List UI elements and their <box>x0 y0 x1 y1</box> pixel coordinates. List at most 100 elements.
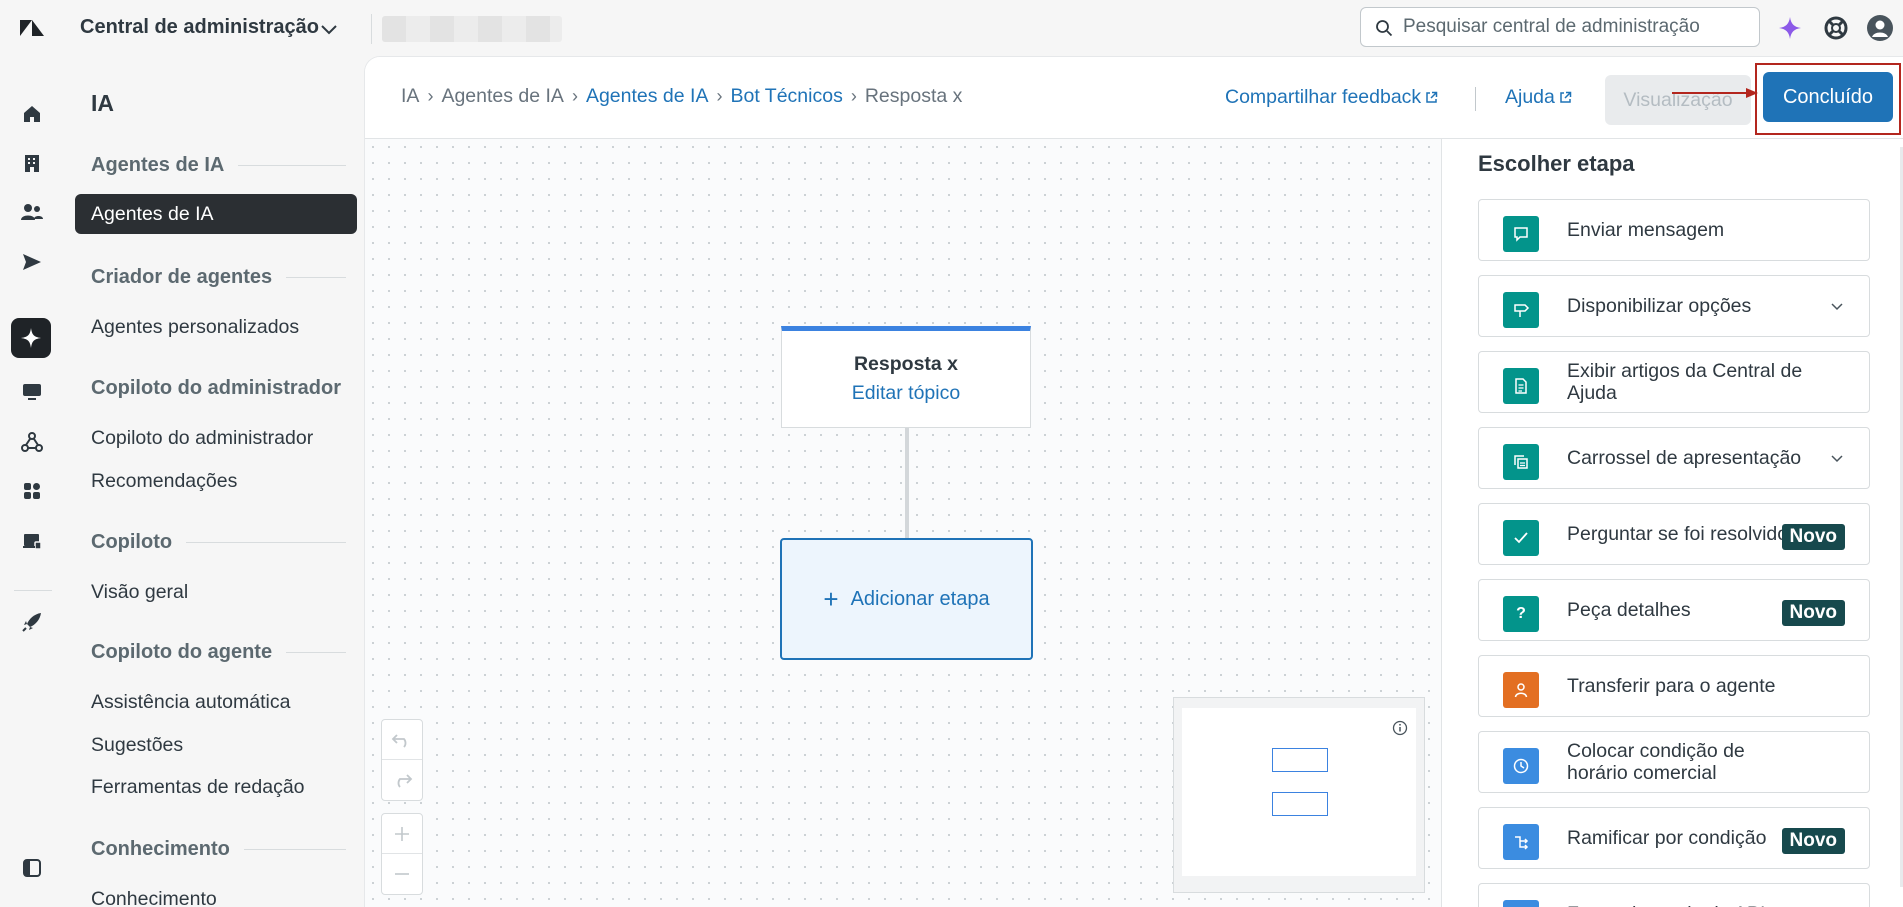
preview-button[interactable]: Visualização <box>1605 75 1751 125</box>
help-link[interactable]: Ajuda <box>1505 86 1572 109</box>
divider <box>371 14 372 44</box>
nav-item-visao-geral[interactable]: Visão geral <box>91 581 188 604</box>
breadcrumb-link[interactable]: Agentes de IA <box>586 85 709 108</box>
nav-item-sugestoes[interactable]: Sugestões <box>91 734 183 757</box>
article-icon <box>1503 368 1539 404</box>
divider <box>1475 87 1476 111</box>
carousel-icon <box>1503 444 1539 480</box>
nav-item-recomendacoes[interactable]: Recomendações <box>91 470 237 493</box>
clock-icon <box>1503 748 1539 784</box>
account-icon[interactable] <box>18 527 46 555</box>
chevron-down-icon[interactable] <box>318 18 340 40</box>
app-title[interactable]: Central de administração <box>80 16 319 39</box>
done-button[interactable]: Concluído <box>1763 72 1893 122</box>
step-branch-by-condition[interactable]: Ramificar por condição Novo <box>1478 807 1870 869</box>
breadcrumb-item: Agentes de IA <box>441 85 564 107</box>
main-panel: IA › Agentes de IA › Agentes de IA › Bot… <box>364 56 1903 907</box>
zendesk-logo-icon[interactable] <box>18 14 46 42</box>
new-badge: Novo <box>1781 828 1845 854</box>
external-link-icon <box>1426 91 1438 103</box>
add-step-label: Adicionar etapa <box>850 587 990 610</box>
question-icon: ? <box>1503 596 1539 632</box>
step-offer-options[interactable]: Disponibilizar opções <box>1478 275 1870 337</box>
edit-topic-link[interactable]: Editar tópico <box>782 382 1030 405</box>
person-icon <box>1503 672 1539 708</box>
search-input[interactable] <box>1403 14 1743 40</box>
nav-section-heading: Criador de agentes <box>91 266 346 289</box>
help-lifebuoy-icon[interactable] <box>1822 14 1850 42</box>
breadcrumb-item: IA <box>401 85 420 107</box>
ai-sparkle-icon[interactable] <box>1776 14 1804 42</box>
step-transfer-to-agent[interactable]: Transferir para o agente <box>1478 655 1870 717</box>
page-header: IA › Agentes de IA › Agentes de IA › Bot… <box>365 57 1903 139</box>
breadcrumb-current: Resposta x <box>864 85 963 107</box>
step-show-help-articles[interactable]: Exibir artigos da Central de Ajuda <box>1478 351 1870 413</box>
branch-icon <box>1503 824 1539 860</box>
search-box[interactable] <box>1360 7 1760 47</box>
step-ask-details[interactable]: ? Peça detalhes Novo <box>1478 579 1870 641</box>
chevron-right-icon: › <box>571 86 578 106</box>
step-label: Exibir artigos da Central de Ajuda <box>1567 360 1803 404</box>
add-step-button[interactable]: + Adicionar etapa <box>780 538 1033 660</box>
nav-item-agentes-de-ia[interactable]: Agentes de IA <box>75 194 357 234</box>
step-send-message[interactable]: Enviar mensagem <box>1478 199 1870 261</box>
step-label: Enviar mensagem <box>1567 219 1725 241</box>
nav-section-heading: Conhecimento <box>91 838 346 861</box>
help-label: Ajuda <box>1505 86 1555 108</box>
send-channels-icon[interactable] <box>18 248 46 276</box>
new-badge: Novo <box>1781 600 1845 626</box>
collapse-sidebar-icon[interactable] <box>18 854 46 882</box>
plus-icon: + <box>823 583 839 614</box>
objects-rules-icon[interactable] <box>18 428 46 456</box>
share-feedback-link[interactable]: Compartilhar feedback <box>1225 86 1438 109</box>
nav-section-heading: Copiloto do administrador <box>91 377 341 399</box>
nav-item-agentes-personalizados[interactable]: Agentes personalizados <box>91 316 299 339</box>
share-feedback-label: Compartilhar feedback <box>1225 86 1422 108</box>
signpost-icon <box>1503 292 1539 328</box>
chevron-right-icon: › <box>716 86 723 106</box>
search-icon <box>1376 20 1393 37</box>
topic-card[interactable]: Resposta x Editar tópico <box>781 326 1031 428</box>
step-ask-if-resolved[interactable]: Perguntar se foi resolvido Novo <box>1478 503 1870 565</box>
ai-sparkle-rail-icon[interactable] <box>11 318 51 358</box>
rocket-icon[interactable] <box>18 608 46 636</box>
nav-title: IA <box>91 90 114 116</box>
topic-title: Resposta x <box>853 353 959 375</box>
step-carousel[interactable]: Carrossel de apresentação <box>1478 427 1870 489</box>
check-icon <box>1503 520 1539 556</box>
people-icon[interactable] <box>18 198 46 226</box>
user-avatar-icon[interactable] <box>1866 14 1894 42</box>
chevron-down-icon[interactable] <box>1829 450 1845 466</box>
chevron-down-icon[interactable] <box>1829 298 1845 314</box>
zoom-out-icon[interactable] <box>382 854 422 894</box>
nav-item-conhecimento[interactable]: Conhecimento <box>91 888 217 907</box>
step-business-hours-condition[interactable]: Colocar condição de horário comercial <box>1478 731 1870 793</box>
top-bar: Central de administração <box>0 0 1903 56</box>
annotation-arrow-icon <box>1672 88 1758 98</box>
nav-item-ferramentas-de-redacao[interactable]: Ferramentas de redação <box>91 776 305 799</box>
info-icon[interactable] <box>1392 720 1408 736</box>
step-label: Peça detalhes <box>1567 599 1691 621</box>
nav-section-heading: Copiloto do agente <box>91 641 346 664</box>
workspace-monitor-icon[interactable] <box>18 378 46 406</box>
home-icon[interactable] <box>18 100 46 128</box>
product-icon-rail <box>0 56 66 907</box>
zoom-in-icon[interactable] <box>382 814 422 854</box>
undo-redo-controls <box>381 719 423 801</box>
zoom-controls <box>381 813 423 895</box>
minimap[interactable] <box>1173 697 1425 893</box>
nav-item-copiloto-admin[interactable]: Copiloto do administrador <box>91 427 313 450</box>
secondary-nav: IA Agentes de IA Agentes de IA Criador d… <box>66 56 364 907</box>
panel-title: Escolher etapa <box>1478 151 1635 176</box>
undo-icon[interactable] <box>382 720 422 760</box>
nav-item-assistencia-automatica[interactable]: Assistência automática <box>91 691 290 714</box>
minimap-node <box>1272 792 1328 816</box>
apps-integrations-icon[interactable] <box>18 477 46 505</box>
step-api-call[interactable]: Fazer chamada de API <box>1478 883 1870 907</box>
redo-icon[interactable] <box>382 760 422 800</box>
flow-canvas[interactable]: Resposta x Editar tópico + Adicionar eta… <box>365 139 1441 907</box>
step-label: Transferir para o agente <box>1567 675 1776 697</box>
breadcrumb-link[interactable]: Bot Técnicos <box>730 85 842 108</box>
minimap-node <box>1272 748 1328 772</box>
building-icon[interactable] <box>18 149 46 177</box>
